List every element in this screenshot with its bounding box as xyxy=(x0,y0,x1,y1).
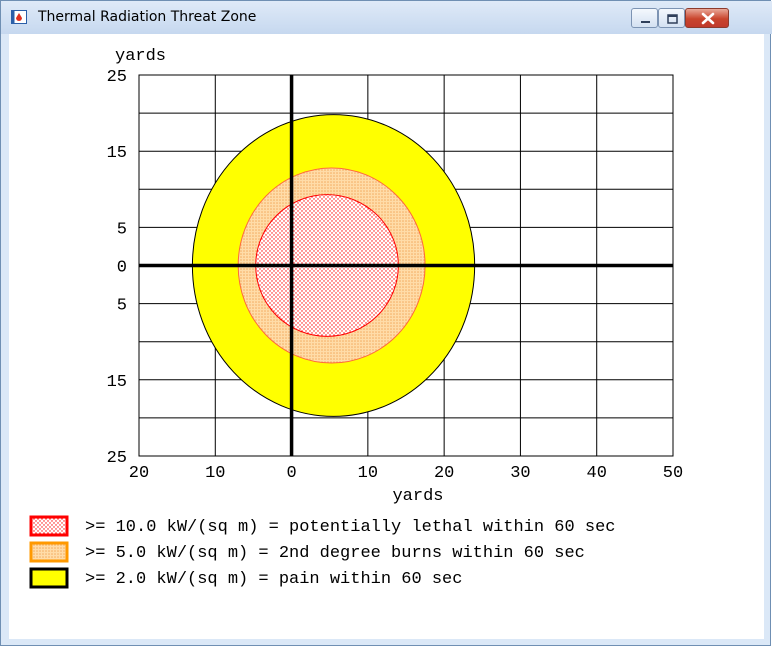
maximize-button[interactable] xyxy=(658,8,685,28)
legend-swatch xyxy=(29,567,69,589)
x-tick-labels: 20 10 0 10 20 30 40 50 xyxy=(129,464,683,483)
title-bar[interactable]: Thermal Radiation Threat Zone xyxy=(1,1,772,34)
x-axis-label: yards xyxy=(392,487,443,506)
legend: >= 10.0 kW/(sq m) = potentially lethal w… xyxy=(29,515,616,589)
client-area: 20 10 0 10 20 30 40 50 25 15 5 0 5 15 25 yards yards … xyxy=(9,34,764,639)
app-icon xyxy=(11,10,27,24)
y-tick-label: 15 xyxy=(107,144,127,163)
close-button[interactable] xyxy=(685,8,729,28)
x-tick-label: 30 xyxy=(510,464,530,483)
x-tick-label: 0 xyxy=(286,464,296,483)
threat-zone-chart: 20 10 0 10 20 30 40 50 25155051525 yards yards … xyxy=(29,47,683,589)
legend-swatch xyxy=(29,541,69,563)
window-title: Thermal Radiation Threat Zone xyxy=(38,9,257,25)
x-tick-label: 20 xyxy=(434,464,454,483)
legend-label: >= 5.0 kW/(sq m) = 2nd degree burns with… xyxy=(85,544,585,563)
x-tick-label: 10 xyxy=(205,464,225,483)
y-axis-label: yards xyxy=(115,47,166,66)
legend-swatch xyxy=(29,515,69,537)
y-tick-label: 15 xyxy=(107,373,127,392)
y-tick-labels: 25 15 5 0 5 15 25 xyxy=(107,68,127,468)
legend-label: >= 2.0 kW/(sq m) = pain within 60 sec xyxy=(85,570,462,589)
maximize-icon xyxy=(667,14,678,24)
minimize-button[interactable] xyxy=(631,8,658,28)
y-tick-label: 5 xyxy=(117,297,127,316)
threat-zone-window: Thermal Radiation Threat Zone 20 10 0 10… xyxy=(0,0,772,646)
x-tick-label: 10 xyxy=(358,464,378,483)
x-tick-label: 40 xyxy=(587,464,607,483)
y-tick-label: 25 xyxy=(107,68,127,87)
legend-label: >= 10.0 kW/(sq m) = potentially lethal w… xyxy=(85,518,616,537)
close-icon xyxy=(701,12,715,25)
x-tick-label: 20 xyxy=(129,464,149,483)
y-tick-label: 25 xyxy=(107,449,127,468)
minimize-icon xyxy=(641,21,650,23)
y-tick-label: 0 xyxy=(117,259,127,278)
x-tick-label: 50 xyxy=(663,464,683,483)
y-tick-label: 5 xyxy=(117,220,127,239)
